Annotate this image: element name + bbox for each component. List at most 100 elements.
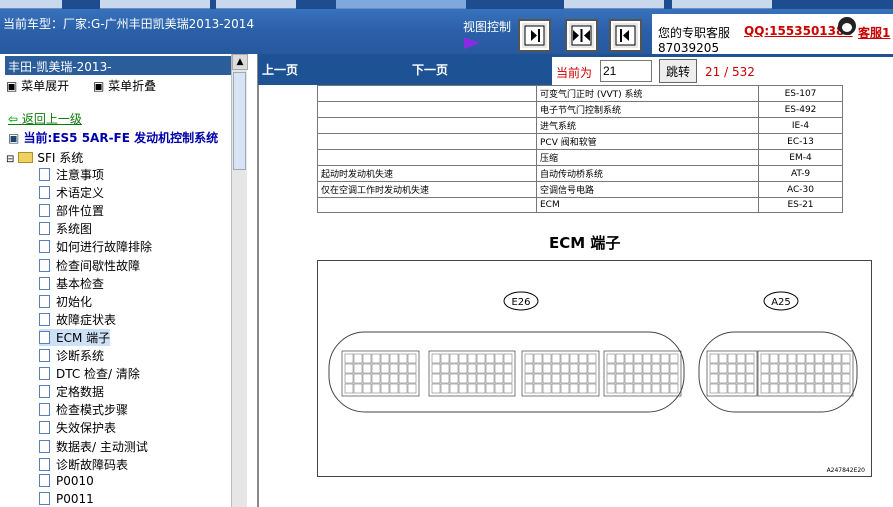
- tree-root[interactable]: ⊟ SFI 系统: [6, 149, 83, 166]
- tree-item-label: 术语定义: [56, 186, 105, 201]
- car-model-label: 当前车型：厂家:G-广州丰田凯美瑞2013-2014: [3, 17, 255, 31]
- tree-item[interactable]: 定格数据: [39, 383, 104, 400]
- align-right-button[interactable]: [518, 19, 551, 52]
- table-cell: [317, 117, 537, 134]
- tree-item-label: 检查模式步骤: [56, 403, 129, 418]
- tree-item[interactable]: P0011: [39, 491, 94, 506]
- back-link[interactable]: ⇦ 返回上一级: [8, 110, 82, 127]
- table-cell: AT-9: [758, 165, 843, 182]
- sidebar: 丰田-凯美瑞-2013- ▣ 菜单展开 ▣ 菜单折叠 ⇦ 返回上一级 ▣ 当前:…: [0, 54, 258, 507]
- document-view: 可变气门正时 (VVT) 系统 ES-107 电子节气门控制系统 ES-492 进气系统…: [258, 85, 893, 507]
- tab-stub[interactable]: [100, 0, 210, 9]
- document-icon: [39, 457, 50, 471]
- tree-item[interactable]: 系统图: [39, 220, 92, 237]
- tree-item[interactable]: 注意事项: [39, 166, 104, 183]
- current-label: 当前:ES5 5AR-FE 发动机控制系统: [23, 131, 219, 145]
- tree-item[interactable]: 如何进行故障排除: [39, 238, 152, 255]
- tree-item-label: 数据表/ 主动测试: [56, 439, 148, 454]
- next-page-button[interactable]: 下一页: [412, 61, 448, 78]
- prev-page-button[interactable]: 上一页: [262, 61, 298, 78]
- top-header: 当前车型：厂家:G-广州丰田凯美瑞2013-2014 视图控制 您的专职客服 Q…: [0, 0, 893, 55]
- tree-item[interactable]: ECM 端子: [39, 328, 111, 346]
- page-total: 21 / 532: [705, 65, 755, 79]
- table-row: 压缩 EM-4: [317, 149, 843, 166]
- page-input[interactable]: [600, 60, 652, 82]
- tree-item-label: 失效保护表: [56, 421, 117, 436]
- page-jump: 当前为 跳转 21 / 532: [552, 57, 893, 85]
- tree-item[interactable]: 检查间歇性故障: [39, 257, 140, 274]
- tab-stub[interactable]: [564, 0, 664, 9]
- tree-item[interactable]: 诊断系统: [39, 347, 104, 364]
- current-page-label: 当前为: [556, 66, 593, 80]
- tree-item-label: ECM 端子: [56, 330, 111, 345]
- tree-item[interactable]: 初始化: [39, 293, 92, 310]
- collapse-label: 菜单折叠: [108, 79, 157, 93]
- view-control-label: 视图控制: [463, 20, 512, 34]
- back-label: 返回上一级: [21, 112, 82, 126]
- tree-item[interactable]: DTC 检查/ 清除: [39, 365, 140, 382]
- document-icon: [39, 349, 50, 362]
- scroll-thumb[interactable]: [233, 72, 246, 170]
- tree-item-label: 注意事项: [56, 168, 105, 182]
- table-cell: 压缩: [536, 149, 759, 166]
- tab-stub[interactable]: [216, 0, 296, 9]
- tree-item[interactable]: 失效保护表: [39, 419, 116, 436]
- connector-a25-label: A25: [771, 297, 791, 308]
- tree-item[interactable]: P0010: [39, 473, 94, 488]
- fit-width-button[interactable]: [565, 19, 598, 52]
- document-icon: [39, 276, 50, 290]
- tree-item-label: 诊断故障码表: [56, 457, 129, 472]
- expand-label: 菜单展开: [21, 79, 70, 93]
- service-label: 您的专职客服: [658, 26, 731, 40]
- tree-item[interactable]: 部件位置: [39, 202, 104, 219]
- service-link[interactable]: 客服1: [858, 24, 890, 41]
- sidebar-scrollbar[interactable]: ▲: [231, 54, 248, 507]
- tree-item[interactable]: 诊断故障码表: [39, 456, 128, 473]
- tree-item[interactable]: 故障症状表: [39, 311, 116, 328]
- collapse-icon[interactable]: ⊟: [6, 154, 14, 165]
- table-cell: PCV 阀和软管: [536, 133, 759, 150]
- table-cell: 进气系统: [536, 117, 759, 134]
- tree-item-label: 部件位置: [56, 204, 105, 219]
- tree-item[interactable]: 基本检查: [39, 275, 104, 292]
- document-icon: [39, 240, 50, 254]
- folder-icon: [18, 152, 34, 163]
- document-icon: [39, 294, 50, 308]
- tab-stub[interactable]: [672, 0, 772, 9]
- table-row: 可变气门正时 (VVT) 系统 ES-107: [317, 85, 843, 102]
- table-cell: ES-21: [758, 197, 843, 213]
- expand-menu-button[interactable]: ▣ 菜单展开: [6, 79, 79, 93]
- document-icon: [39, 258, 50, 272]
- reference-table: 可变气门正时 (VVT) 系统 ES-107 电子节气门控制系统 ES-492 进气系统…: [317, 85, 843, 213]
- table-cell: [317, 133, 537, 150]
- document-icon: [39, 222, 50, 236]
- tree-item-label: 系统图: [56, 222, 93, 237]
- document-icon: [39, 204, 50, 218]
- tree-item[interactable]: 数据表/ 主动测试: [39, 438, 148, 455]
- document-icon: [39, 385, 50, 399]
- tab-stub-active[interactable]: [336, 0, 466, 9]
- tab-stub[interactable]: [0, 0, 62, 9]
- document-icon: [39, 439, 50, 453]
- jump-button[interactable]: 跳转: [659, 59, 697, 83]
- table-row: 仅在空调工作时发动机失速 空调信号电路 AC-30: [317, 181, 843, 198]
- tree-root-label: SFI 系统: [37, 151, 84, 165]
- scroll-up-button[interactable]: ▲: [232, 54, 248, 70]
- tree-item[interactable]: 术语定义: [39, 184, 104, 201]
- tree-item-label: 定格数据: [56, 385, 105, 400]
- qq-penguin-icon[interactable]: [838, 17, 856, 35]
- customer-service-panel: 您的专职客服 QQ:1553501388 87039205 客服1: [652, 14, 893, 55]
- tab-strip: [0, 0, 893, 9]
- document-icon: [39, 168, 50, 181]
- tree-item-label: 基本检查: [56, 276, 105, 291]
- tree-item-label: 初始化: [56, 294, 93, 309]
- align-left-button[interactable]: [609, 19, 642, 52]
- document-icon: [39, 421, 50, 435]
- table-cell: ECM: [536, 197, 759, 213]
- arrow-left-bar-icon: [615, 25, 636, 46]
- table-cell: ES-492: [758, 101, 843, 118]
- qq-link[interactable]: QQ:1553501388: [744, 24, 853, 38]
- view-arrow-icon[interactable]: [464, 37, 480, 49]
- collapse-menu-button[interactable]: ▣ 菜单折叠: [93, 79, 166, 93]
- tree-item[interactable]: 检查模式步骤: [39, 401, 128, 418]
